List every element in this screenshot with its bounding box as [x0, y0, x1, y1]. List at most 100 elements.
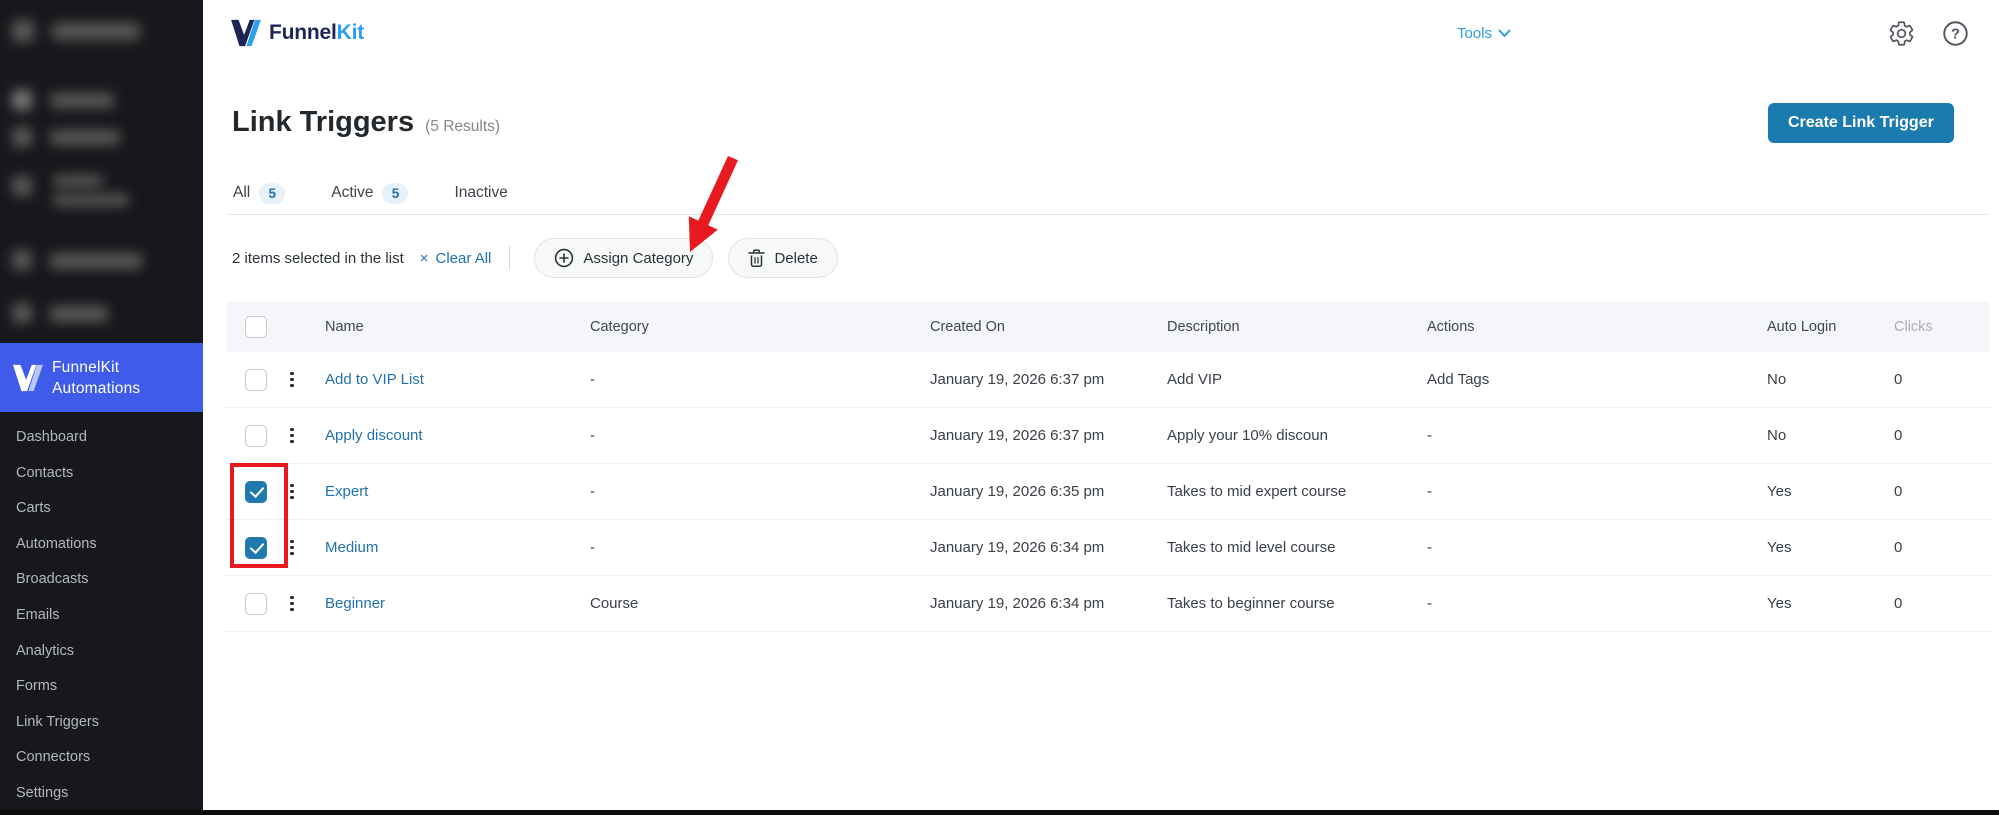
cell-auto-login: Yes	[1767, 483, 1792, 500]
table-row: Beginner Course January 19, 2026 6:34 pm…	[226, 576, 1990, 632]
trigger-name-link[interactable]: Apply discount	[325, 427, 423, 444]
cell-actions: -	[1427, 539, 1432, 556]
delete-button[interactable]: Delete	[728, 238, 838, 278]
redacted-admin-menu-item[interactable]	[50, 93, 114, 108]
top-nav-tools-dropdown[interactable]: Tools	[1457, 25, 1511, 42]
trigger-name-link[interactable]: Medium	[325, 539, 378, 556]
cell-category: -	[590, 539, 595, 556]
cell-created-on: January 19, 2026 6:34 pm	[930, 595, 1105, 612]
redacted-admin-menu-item[interactable]	[50, 253, 142, 269]
tab[interactable]: All 5	[226, 174, 292, 215]
clear-all-button[interactable]: × Clear All	[420, 250, 492, 267]
redacted-admin-menu-item[interactable]	[52, 23, 140, 40]
redacted-admin-menu-icon[interactable]	[12, 127, 32, 147]
funnelkit-logo[interactable]: FunnelKit	[230, 0, 364, 66]
row-checkbox[interactable]	[245, 536, 267, 559]
sidebar-menu-item[interactable]: Link Triggers	[0, 705, 203, 741]
cell-clicks: 0	[1894, 483, 1903, 500]
redacted-admin-menu-icon[interactable]	[12, 90, 32, 110]
cell-description: Takes to mid level course	[1167, 539, 1336, 556]
tab[interactable]: Active 5	[324, 174, 415, 215]
sidebar-menu-item[interactable]: Carts	[0, 491, 203, 527]
brand-line2: Automations	[52, 379, 141, 397]
logo-text-funnel: Funnel	[269, 21, 337, 44]
table-row: Expert - January 19, 2026 6:35 pm Takes …	[226, 464, 1990, 520]
app-window: FunnelKit Automations Dashboard Contacts C…	[0, 0, 1999, 815]
row-checkbox[interactable]	[245, 368, 267, 391]
redacted-admin-menu-icon[interactable]	[12, 303, 32, 323]
cell-clicks: 0	[1894, 371, 1903, 388]
table-header-row: Name Category Created On Description Act…	[226, 302, 1990, 352]
sidebar-menu-item[interactable]: Forms	[0, 669, 203, 705]
close-icon: ×	[419, 249, 429, 267]
cell-description: Takes to mid expert course	[1167, 483, 1347, 500]
sidebar-menu-item[interactable]: Dashboard	[0, 420, 203, 456]
selection-count-text: 2 items selected in the list	[232, 249, 404, 267]
cell-auto-login: No	[1767, 371, 1787, 388]
column-header-created-on: Created On	[930, 319, 1005, 335]
tab[interactable]: Inactive	[447, 174, 514, 215]
row-checkbox[interactable]	[245, 424, 267, 447]
redacted-admin-menu-item[interactable]	[53, 175, 103, 187]
select-all-checkbox[interactable]	[245, 316, 267, 338]
cell-description: Apply your 10% discoun	[1167, 427, 1328, 444]
settings-gear-icon[interactable]	[1887, 19, 1915, 47]
toolbar-divider	[509, 246, 511, 270]
cell-actions: -	[1427, 483, 1432, 500]
svg-text:?: ?	[1951, 26, 1960, 42]
column-header-description: Description	[1167, 319, 1240, 335]
column-header-auto-login: Auto Login	[1767, 319, 1837, 335]
table-row: Add to VIP List - January 19, 2026 6:37 …	[226, 352, 1990, 408]
kebab-menu-icon[interactable]	[284, 368, 300, 392]
cell-auto-login: No	[1767, 427, 1787, 444]
trigger-name-link[interactable]: Beginner	[325, 595, 385, 612]
sidebar-menu-item[interactable]: Analytics	[0, 634, 203, 670]
cell-auto-login: Yes	[1767, 595, 1792, 612]
column-header-name: Name	[325, 319, 364, 335]
redacted-admin-menu-item[interactable]	[53, 194, 129, 206]
trigger-name-link[interactable]: Expert	[325, 483, 368, 500]
redacted-admin-menu-icon[interactable]	[12, 176, 32, 196]
assign-category-button[interactable]: Assign Category	[534, 238, 714, 278]
cell-clicks: 0	[1894, 539, 1903, 556]
top-navbar: FunnelKit Tools ?	[203, 0, 1999, 66]
kebab-menu-icon[interactable]	[284, 424, 300, 448]
sidebar-menu-item[interactable]: Settings	[0, 776, 203, 812]
chevron-down-icon	[1498, 29, 1511, 37]
sidebar-menu-item[interactable]: Emails	[0, 598, 203, 634]
kebab-menu-icon[interactable]	[284, 592, 300, 616]
redacted-admin-menu-icon[interactable]	[12, 20, 34, 42]
kebab-menu-icon[interactable]	[284, 480, 300, 504]
redacted-admin-menu-item[interactable]	[50, 306, 108, 322]
tab-count-badge: 5	[382, 182, 409, 204]
brand-line1: FunnelKit	[52, 358, 120, 376]
cell-created-on: January 19, 2026 6:37 pm	[930, 371, 1105, 388]
table-body: Add to VIP List - January 19, 2026 6:37 …	[226, 352, 1990, 632]
sidebar-menu-item[interactable]: Automations	[0, 527, 203, 563]
cell-category: -	[590, 371, 595, 388]
cell-created-on: January 19, 2026 6:35 pm	[930, 483, 1105, 500]
status-tabs: All 5 Active 5 Inactive	[226, 174, 1990, 215]
trash-icon	[748, 248, 766, 267]
column-header-actions: Actions	[1427, 319, 1475, 335]
redacted-admin-menu-item[interactable]	[50, 130, 120, 145]
row-checkbox[interactable]	[245, 480, 267, 503]
cell-created-on: January 19, 2026 6:37 pm	[930, 427, 1105, 444]
column-header-category: Category	[590, 319, 649, 335]
cell-category: -	[590, 427, 595, 444]
sidebar-menu-item[interactable]: Broadcasts	[0, 562, 203, 598]
sidebar-menu-item[interactable]: Connectors	[0, 740, 203, 776]
cell-actions: -	[1427, 595, 1432, 612]
row-checkbox[interactable]	[245, 592, 267, 615]
link-triggers-table: Name Category Created On Description Act…	[226, 302, 1990, 632]
results-count: (5 Results)	[425, 118, 501, 135]
help-question-icon[interactable]: ?	[1941, 19, 1969, 47]
redacted-admin-menu-icon[interactable]	[12, 250, 32, 270]
create-link-trigger-button[interactable]: Create Link Trigger	[1768, 103, 1954, 143]
tab-count-badge: 5	[259, 182, 286, 204]
trigger-name-link[interactable]: Add to VIP List	[325, 371, 424, 388]
sidebar-brand-funnelkit-automations[interactable]: FunnelKit Automations	[0, 343, 203, 412]
kebab-menu-icon[interactable]	[284, 536, 300, 560]
sidebar-menu-item[interactable]: Contacts	[0, 456, 203, 492]
table-row: Apply discount - January 19, 2026 6:37 p…	[226, 408, 1990, 464]
